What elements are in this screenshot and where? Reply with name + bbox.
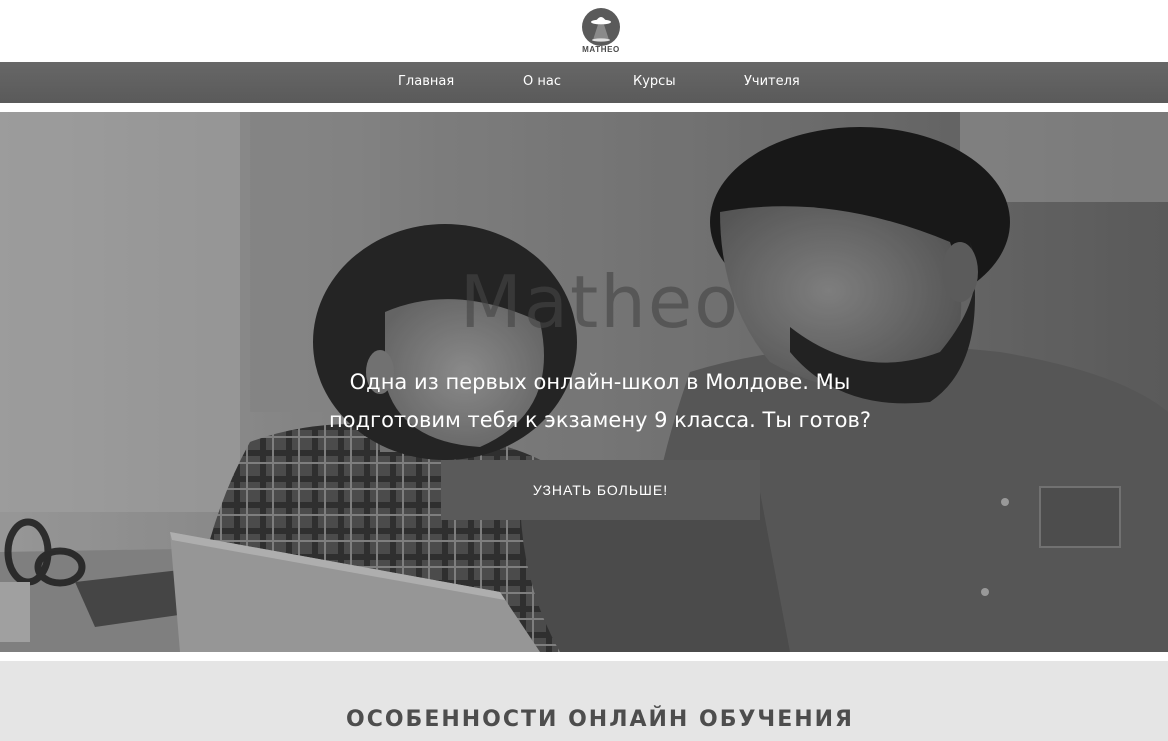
- logo-wordmark: MATHEO: [582, 45, 620, 54]
- learn-more-button[interactable]: УЗНАТЬ БОЛЬШЕ!: [441, 460, 760, 520]
- main-nav: Главная О нас Курсы Учителя: [0, 62, 1168, 103]
- ufo-icon: [582, 8, 620, 46]
- nav-item-about[interactable]: О нас: [523, 62, 561, 103]
- nav-item-home[interactable]: Главная: [398, 62, 454, 103]
- nav-item-teachers[interactable]: Учителя: [744, 62, 800, 103]
- hero-section: Matheo Одна из первых онлайн-школ в Молд…: [0, 112, 1168, 652]
- site-logo[interactable]: MATHEO: [577, 7, 625, 57]
- nav-item-courses[interactable]: Курсы: [633, 62, 676, 103]
- features-section: ОСОБЕННОСТИ ОНЛАЙН ОБУЧЕНИЯ: [0, 661, 1168, 741]
- hero-subtitle: Одна из первых онлайн-школ в Молдове. Мы…: [328, 370, 872, 432]
- site-header: MATHEO: [0, 0, 1168, 62]
- features-heading: ОСОБЕННОСТИ ОНЛАЙН ОБУЧЕНИЯ: [346, 707, 854, 732]
- hero-title: Matheo: [459, 260, 741, 344]
